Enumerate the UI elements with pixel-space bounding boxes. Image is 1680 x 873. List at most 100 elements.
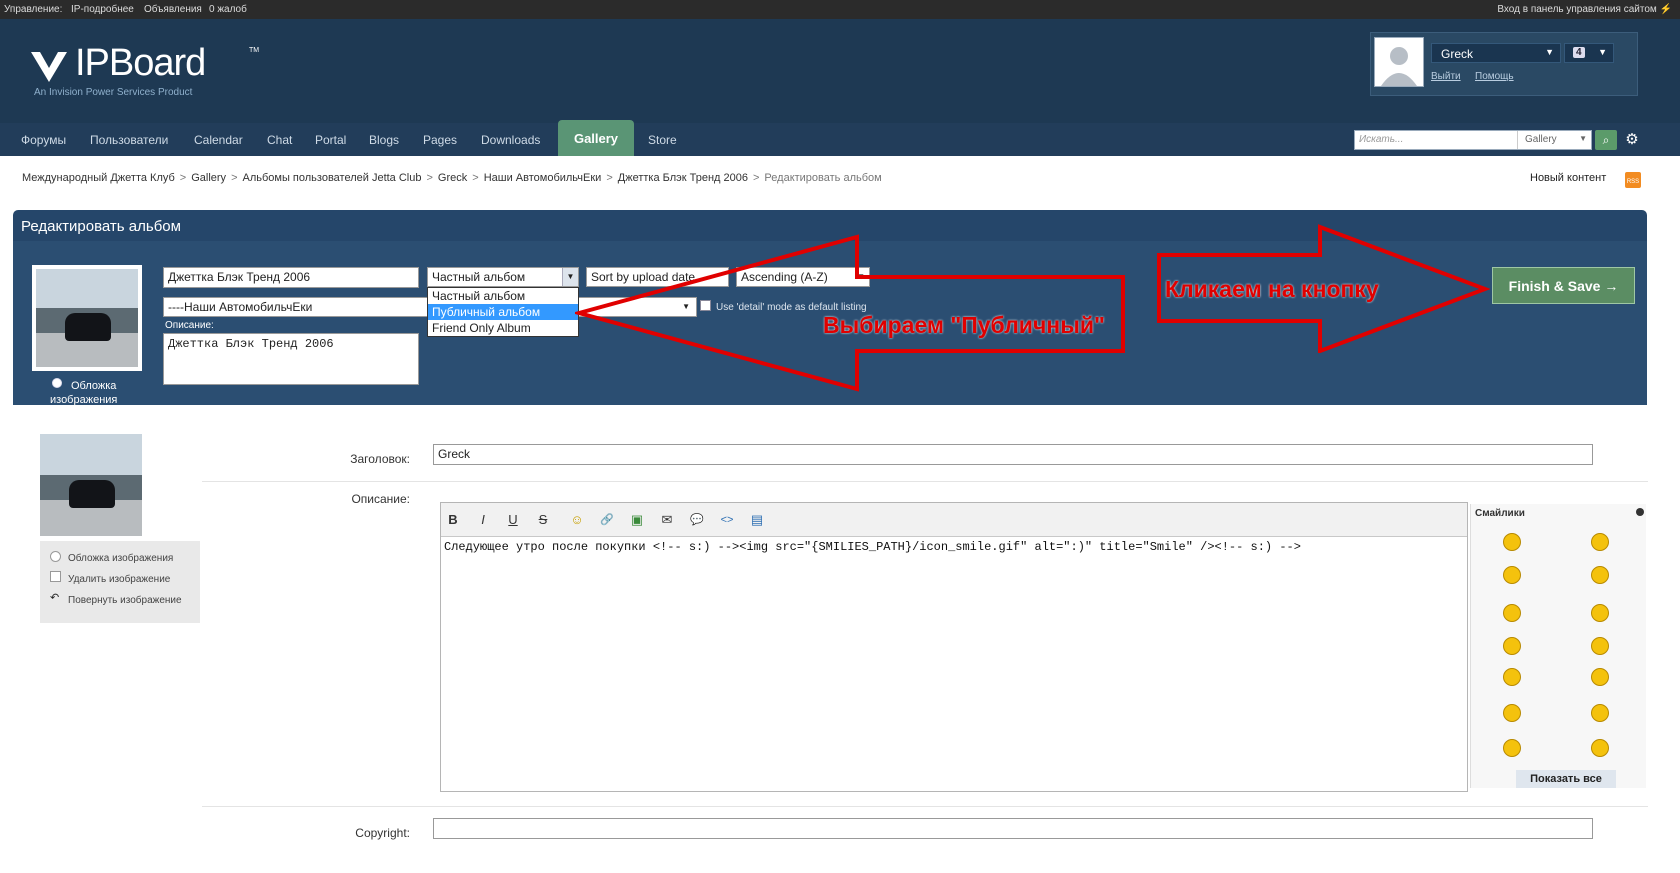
show-all-smilies-button[interactable]: Показать все bbox=[1516, 770, 1616, 788]
privacy-option[interactable]: Частный альбом bbox=[428, 288, 578, 304]
paste-icon[interactable]: ▤ bbox=[746, 510, 768, 530]
default-avatar-icon bbox=[1375, 38, 1423, 86]
nav-item-gallery[interactable]: Gallery bbox=[558, 120, 634, 156]
admin-link-announcements[interactable]: Объявления bbox=[144, 4, 202, 15]
admin-bar: Управление: IP-подробнее Объявления 0 жа… bbox=[0, 0, 1680, 19]
privacy-option[interactable]: Friend Only Album bbox=[428, 320, 578, 336]
copyright-input[interactable] bbox=[433, 818, 1593, 839]
rotate-image-link[interactable]: Повернуть изображение bbox=[68, 595, 182, 606]
cover-image-radio[interactable] bbox=[50, 551, 61, 562]
search-input[interactable]: Искать... Gallery ▼ bbox=[1354, 130, 1592, 150]
emoticon-icon[interactable]: ☺ bbox=[566, 510, 588, 530]
album-description-textarea[interactable]: Джеттка Блэк Тренд 2006 bbox=[163, 333, 419, 385]
admin-link-ip[interactable]: IP-подробнее bbox=[71, 4, 134, 15]
logout-link[interactable]: Выйти bbox=[1431, 71, 1461, 82]
breadcrumb-separator: > bbox=[426, 172, 433, 184]
breadcrumb-item[interactable]: Gallery bbox=[191, 172, 226, 184]
cover-image-label: Обложка изображения bbox=[68, 553, 174, 564]
nav-item-calendar[interactable]: Calendar bbox=[194, 133, 243, 147]
breadcrumb-item[interactable]: Наши АвтомобильчЕки bbox=[484, 172, 602, 184]
logo-trademark: TM bbox=[249, 47, 260, 54]
italic-button[interactable]: I bbox=[472, 510, 494, 530]
breadcrumb-item[interactable]: Альбомы пользователей Jetta Club bbox=[243, 172, 422, 184]
smiley-icon[interactable] bbox=[1591, 566, 1609, 584]
avatar[interactable] bbox=[1374, 37, 1424, 87]
smiley-icon[interactable] bbox=[1503, 668, 1521, 686]
nav-item-chat[interactable]: Chat bbox=[267, 133, 292, 147]
breadcrumb-separator: > bbox=[179, 172, 187, 184]
breadcrumb-item[interactable]: Международный Джетта Клуб bbox=[22, 172, 175, 184]
privacy-option-highlighted[interactable]: Публичный альбом bbox=[428, 304, 578, 320]
logo-tagline: An Invision Power Services Product bbox=[34, 87, 193, 98]
user-menu-dropdown[interactable]: Greck ▼ bbox=[1431, 43, 1561, 63]
cover-label-2: изображения bbox=[50, 394, 118, 406]
search-icon: ⌕ bbox=[1602, 133, 1610, 147]
privacy-dropdown-list[interactable]: Частный альбом Публичный альбом Friend O… bbox=[427, 287, 579, 337]
email-icon[interactable]: ✉ bbox=[656, 510, 678, 530]
nav-item-store[interactable]: Store bbox=[648, 133, 677, 147]
thumb-car bbox=[68, 479, 116, 509]
notifications-dropdown[interactable]: 4 ▼ bbox=[1564, 43, 1614, 63]
image-icon[interactable]: ▣ bbox=[626, 510, 648, 530]
smilies-toggle-icon[interactable] bbox=[1636, 508, 1644, 516]
nav-item-blogs[interactable]: Blogs bbox=[369, 133, 399, 147]
smiley-icon[interactable] bbox=[1591, 668, 1609, 686]
admin-panel-link[interactable]: Вход в панель управления сайтом ⚡ bbox=[1497, 4, 1672, 15]
smiley-icon[interactable] bbox=[1503, 637, 1521, 655]
nav-item-portal[interactable]: Portal bbox=[315, 133, 346, 147]
rss-icon[interactable]: RSS bbox=[1625, 172, 1641, 188]
smiley-icon[interactable] bbox=[1503, 704, 1521, 722]
underline-button[interactable]: U bbox=[502, 510, 524, 530]
smilies-title: Смайлики bbox=[1475, 508, 1525, 519]
finish-save-button[interactable]: Finish & Save → bbox=[1492, 267, 1635, 304]
smiley-icon[interactable] bbox=[1591, 637, 1609, 655]
gear-icon[interactable]: ⚙ bbox=[1622, 130, 1642, 150]
privacy-select-value: Частный альбом bbox=[432, 270, 526, 284]
smiley-icon[interactable] bbox=[1503, 566, 1521, 584]
quote-icon[interactable]: 💬 bbox=[686, 510, 708, 530]
breadcrumb-item[interactable]: Джеттка Блэк Тренд 2006 bbox=[618, 172, 748, 184]
search-scope-select[interactable]: Gallery bbox=[1525, 134, 1557, 145]
thumb-sky bbox=[40, 434, 142, 475]
chevron-down-icon: ▼ bbox=[1598, 47, 1607, 57]
smiley-icon[interactable] bbox=[1591, 704, 1609, 722]
thumb-sky bbox=[36, 269, 138, 309]
nav-item-downloads[interactable]: Downloads bbox=[481, 133, 540, 147]
admin-link-reports[interactable]: 0 жалоб bbox=[209, 4, 247, 15]
nav-item-pages[interactable]: Pages bbox=[423, 133, 457, 147]
link-icon[interactable]: 🔗 bbox=[596, 510, 618, 530]
annotation-text-choose-public: Выбираем "Публичный" bbox=[823, 312, 1105, 338]
privacy-select[interactable]: Частный альбом ▼ bbox=[427, 267, 579, 287]
breadcrumb-item[interactable]: Greck bbox=[438, 172, 467, 184]
smiley-icon[interactable] bbox=[1591, 604, 1609, 622]
search-button[interactable]: ⌕ bbox=[1595, 130, 1617, 150]
smiley-icon[interactable] bbox=[1503, 739, 1521, 757]
breadcrumb-separator: > bbox=[752, 172, 760, 184]
smiley-icon[interactable] bbox=[1503, 604, 1521, 622]
description-label: Описание: bbox=[165, 320, 214, 331]
editor-content[interactable]: Следующее утро после покупки <!-- s:) --… bbox=[444, 540, 1301, 554]
smiley-icon[interactable] bbox=[1591, 739, 1609, 757]
copyright-label: Copyright: bbox=[355, 826, 410, 840]
image-title-input[interactable]: Greck bbox=[433, 444, 1593, 465]
smiley-icon[interactable] bbox=[1591, 533, 1609, 551]
bold-button[interactable]: B bbox=[442, 510, 464, 530]
album-cover-thumbnail[interactable] bbox=[32, 265, 142, 371]
help-link[interactable]: Помощь bbox=[1475, 71, 1514, 82]
new-content-link[interactable]: Новый контент bbox=[1530, 172, 1606, 184]
chevron-down-icon: ▼ bbox=[1545, 47, 1554, 57]
rotate-icon[interactable]: ↶ bbox=[50, 591, 59, 604]
nav-item-forums[interactable]: Форумы bbox=[21, 133, 66, 147]
smilies-panel bbox=[1470, 504, 1646, 788]
image-thumbnail[interactable] bbox=[40, 434, 142, 536]
smiley-icon[interactable] bbox=[1503, 533, 1521, 551]
code-icon[interactable]: <> bbox=[716, 510, 738, 530]
cover-radio[interactable] bbox=[52, 378, 62, 388]
notification-count-badge: 4 bbox=[1573, 47, 1585, 58]
album-name-input[interactable]: Джеттка Блэк Тренд 2006 bbox=[163, 267, 419, 288]
delete-image-checkbox[interactable] bbox=[50, 571, 61, 582]
breadcrumb-separator: > bbox=[231, 172, 238, 184]
nav-item-members[interactable]: Пользователи bbox=[90, 133, 168, 147]
divider bbox=[202, 481, 1648, 482]
strikethrough-button[interactable]: S bbox=[532, 510, 554, 530]
